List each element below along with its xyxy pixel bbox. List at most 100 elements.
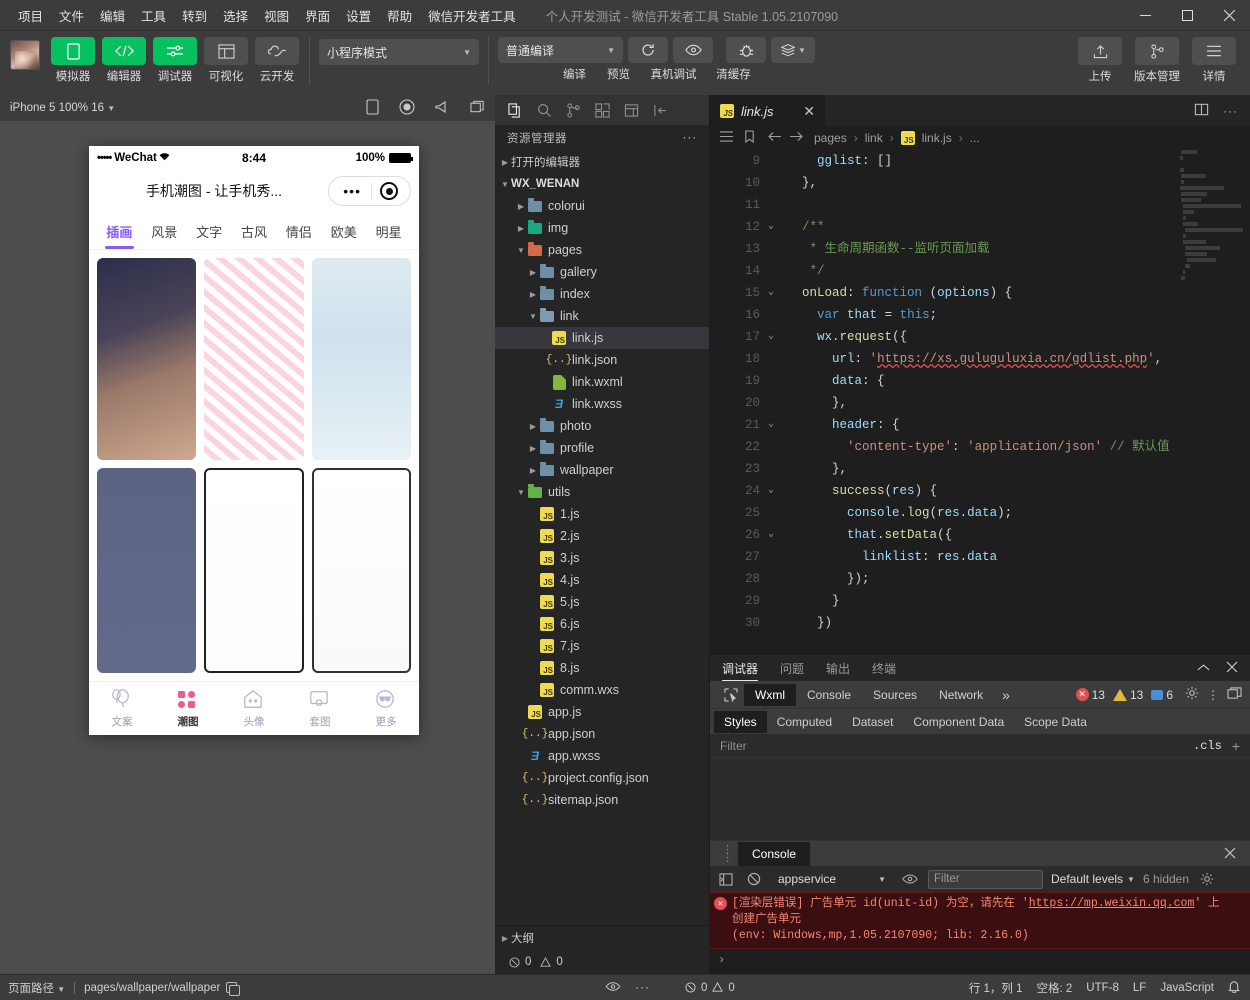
console-tab[interactable]: Console bbox=[738, 841, 811, 866]
tree-file-4.js[interactable]: ▶JS 4.js bbox=[495, 569, 709, 591]
menu-item-8[interactable]: 设置 bbox=[338, 2, 379, 29]
category-tab-文字[interactable]: 文字 bbox=[187, 216, 232, 249]
status-problems[interactable]: 0 0 bbox=[685, 982, 735, 994]
phone-tab-文案[interactable]: 文案 bbox=[89, 688, 155, 729]
window-icon[interactable] bbox=[470, 100, 485, 117]
compile-button[interactable] bbox=[628, 37, 668, 63]
phone-tab-头像[interactable]: 头像 bbox=[221, 689, 287, 729]
bell-icon[interactable] bbox=[1228, 980, 1240, 996]
devtools-tab-sources[interactable]: Sources bbox=[862, 684, 928, 706]
tree-section-打开的编辑器[interactable]: ▶ 打开的编辑器 bbox=[495, 151, 709, 173]
category-tab-古风[interactable]: 古风 bbox=[232, 216, 277, 249]
tree-file-app.json[interactable]: ▶{..}app.json bbox=[495, 723, 709, 745]
style-tab-computed[interactable]: Computed bbox=[767, 711, 842, 733]
compile-select[interactable]: 普通编译 ▼ bbox=[498, 37, 623, 63]
breadcrumb-item-1[interactable]: link bbox=[865, 131, 883, 145]
editor-tab-linkjs[interactable]: JS link.js ✕ bbox=[710, 95, 825, 126]
settings-gear-icon[interactable] bbox=[1185, 686, 1199, 703]
capsule-close-icon[interactable] bbox=[380, 182, 398, 200]
devtools-tab-wxml[interactable]: Wxml bbox=[744, 683, 796, 706]
real-device-debug-button[interactable] bbox=[726, 37, 766, 63]
back-icon[interactable] bbox=[768, 131, 782, 145]
category-tab-风景[interactable]: 风景 bbox=[142, 216, 187, 249]
phone-tab-更多[interactable]: 更多 bbox=[353, 689, 419, 729]
wechat-capsule[interactable]: ••• bbox=[328, 176, 411, 206]
tree-folder-img[interactable]: ▶ img bbox=[495, 217, 709, 239]
tree-file-3.js[interactable]: ▶JS 3.js bbox=[495, 547, 709, 569]
category-tab-欧美[interactable]: 欧美 bbox=[321, 216, 366, 249]
image-card[interactable] bbox=[311, 467, 411, 673]
tree-file-link.wxss[interactable]: ▶Ǝlink.wxss bbox=[495, 393, 709, 415]
breadcrumb-item-0[interactable]: pages bbox=[814, 131, 847, 145]
kebab-icon[interactable]: ⋮ bbox=[1207, 688, 1219, 702]
console-error-message[interactable]: ✕ [渲染层错误] 广告单元 id(unit-id) 为空，请先在 'https… bbox=[710, 892, 1250, 949]
tree-file-comm.wxs[interactable]: ▶JS comm.wxs bbox=[495, 679, 709, 701]
close-icon[interactable] bbox=[1226, 661, 1238, 676]
devtools-tab-network[interactable]: Network bbox=[928, 684, 994, 706]
tree-file-link.wxml[interactable]: ▶ link.wxml bbox=[495, 371, 709, 393]
menu-item-10[interactable]: 微信开发者工具 bbox=[420, 2, 524, 29]
minimap[interactable] bbox=[1176, 150, 1243, 654]
style-tab-scope-data[interactable]: Scope Data bbox=[1014, 711, 1097, 733]
style-tab-component-data[interactable]: Component Data bbox=[903, 711, 1014, 733]
category-tab-情侣[interactable]: 情侣 bbox=[276, 216, 321, 249]
tree-file-app.js[interactable]: ▶JS app.js bbox=[495, 701, 709, 723]
close-icon[interactable]: ✕ bbox=[803, 103, 815, 120]
toolbar-button-layout[interactable]: 可视化 bbox=[203, 37, 249, 84]
compile-action-label-2[interactable]: 真机调试 bbox=[643, 66, 705, 82]
toolbar-button-code[interactable]: 编辑器 bbox=[101, 37, 147, 84]
cursor-position[interactable]: 行 1，列 1 bbox=[969, 980, 1023, 996]
collapse-icon[interactable] bbox=[1197, 661, 1210, 676]
style-tab-styles[interactable]: Styles bbox=[714, 710, 767, 733]
image-card[interactable] bbox=[311, 258, 411, 460]
more-tabs-icon[interactable]: » bbox=[994, 687, 1018, 703]
tree-file-5.js[interactable]: ▶JS 5.js bbox=[495, 591, 709, 613]
clear-console-icon[interactable] bbox=[744, 872, 764, 886]
toolbar-right-menu[interactable]: 详情 bbox=[1188, 37, 1240, 84]
warning-badge[interactable]: 13 bbox=[1112, 688, 1143, 702]
style-tab-dataset[interactable]: Dataset bbox=[842, 711, 903, 733]
compile-action-label-0[interactable]: 编译 bbox=[555, 66, 595, 82]
device-select[interactable]: iPhone 5 100% 16 ▼ bbox=[10, 102, 115, 114]
menu-item-6[interactable]: 视图 bbox=[256, 2, 297, 29]
page-path-select[interactable]: 页面路径 ▼ bbox=[8, 980, 65, 996]
tree-file-sitemap.json[interactable]: ▶{..}sitemap.json bbox=[495, 789, 709, 811]
menu-item-5[interactable]: 选择 bbox=[215, 2, 256, 29]
files-icon[interactable] bbox=[505, 100, 525, 120]
cls-button[interactable]: .cls bbox=[1193, 739, 1222, 753]
encoding-setting[interactable]: UTF-8 bbox=[1086, 982, 1119, 994]
tree-folder-pages[interactable]: ▼ pages bbox=[495, 239, 709, 261]
language-mode[interactable]: JavaScript bbox=[1160, 982, 1214, 994]
compile-action-label-1[interactable]: 预览 bbox=[599, 66, 639, 82]
error-badge[interactable]: ✕ 13 bbox=[1075, 688, 1105, 702]
clear-cache-button[interactable]: ▼ bbox=[771, 37, 815, 63]
minimize-button[interactable] bbox=[1124, 0, 1166, 31]
console-settings-gear-icon[interactable] bbox=[1197, 872, 1217, 886]
record-icon[interactable] bbox=[399, 98, 415, 118]
toolbar-right-branch[interactable]: 版本管理 bbox=[1131, 37, 1183, 84]
explorer-more-icon[interactable]: ··· bbox=[683, 132, 698, 144]
avatar[interactable] bbox=[10, 40, 40, 70]
image-card[interactable] bbox=[97, 258, 197, 460]
menu-item-4[interactable]: 转到 bbox=[174, 2, 215, 29]
code-area[interactable]: 9 10 11 12 ⌄ 13 14 15 ⌄ 16 17 ⌄ 18 19 20 21 ⌄ 22 23 24 ⌄ 25 26… bbox=[710, 150, 1250, 654]
panel-tab-输出[interactable]: 输出 bbox=[826, 655, 850, 681]
compile-action-label-3[interactable]: 清缓存 bbox=[709, 66, 759, 82]
more-actions-icon[interactable]: ··· bbox=[1223, 104, 1238, 118]
tree-file-8.js[interactable]: ▶JS 8.js bbox=[495, 657, 709, 679]
dock-icon[interactable] bbox=[1227, 686, 1242, 703]
close-button[interactable] bbox=[1208, 0, 1250, 31]
bookmark-icon[interactable] bbox=[744, 130, 755, 146]
breadcrumb-item-2[interactable]: link.js bbox=[922, 131, 952, 145]
image-card[interactable] bbox=[204, 467, 304, 673]
tree-file-project.config.json[interactable]: ▶{..}project.config.json bbox=[495, 767, 709, 789]
drag-handle[interactable]: ⋮ ⋮ bbox=[716, 844, 738, 863]
info-badge[interactable]: 6 bbox=[1151, 688, 1173, 702]
forward-icon[interactable] bbox=[789, 131, 803, 145]
tree-folder-index[interactable]: ▶ index bbox=[495, 283, 709, 305]
collapse-icon[interactable] bbox=[650, 100, 670, 120]
inspect-element-icon[interactable] bbox=[718, 687, 744, 702]
toolbar-button-debug[interactable]: 调试器 bbox=[152, 37, 198, 84]
extensions-icon[interactable] bbox=[592, 100, 612, 120]
console-levels-select[interactable]: Default levels ▼ bbox=[1051, 872, 1135, 886]
